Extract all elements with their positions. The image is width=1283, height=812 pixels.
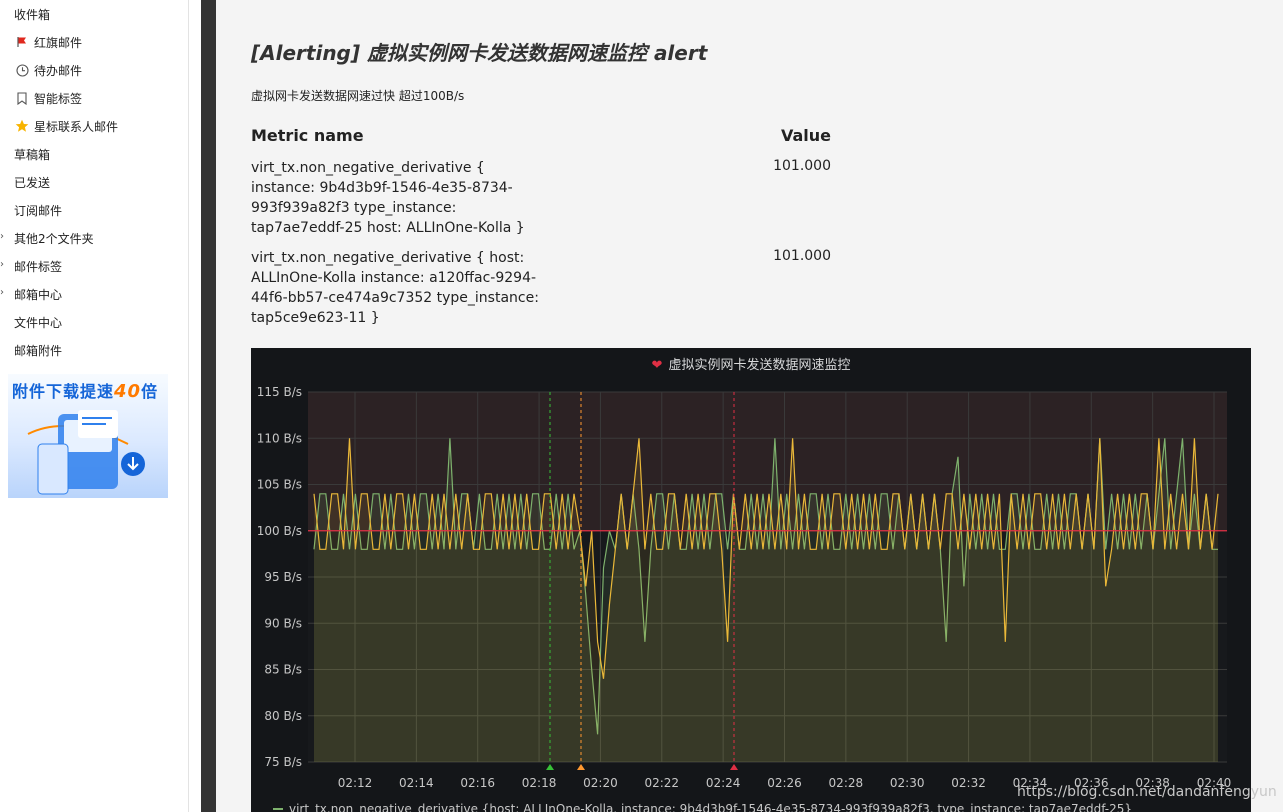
x-tick-label: 02:32	[951, 776, 986, 790]
sidebar-item-label: 收件箱	[14, 7, 51, 22]
sidebar-item-4[interactable]: 智能标签	[0, 84, 188, 112]
y-tick-label: 85 B/s	[264, 663, 302, 677]
sidebar-item-label: 星标联系人邮件	[34, 119, 119, 134]
sidebar-item-12[interactable]: 文件中心	[0, 308, 188, 336]
chevron-right-icon[interactable]: ›	[0, 231, 10, 242]
chart-canvas: 75 B/s 80 B/s 85 B/s 90 B/s 95 B/s 100 B/s 105…	[257, 385, 1232, 812]
metric-value-2: 101.000	[773, 248, 831, 264]
sidebar-item-5[interactable]: 星标联系人邮件	[0, 112, 188, 140]
sidebar-item-label: 其他2个文件夹	[14, 231, 94, 246]
sidebar-item-label: 邮箱中心	[14, 287, 63, 302]
y-tick-label: 80 B/s	[264, 709, 302, 723]
metric-value-1: 101.000	[773, 158, 831, 174]
sidebar: 收件箱红旗邮件待办邮件智能标签星标联系人邮件草稿箱已发送订阅邮件 › 其他2个文件夹…	[0, 0, 189, 812]
x-tick-label: 02:26	[767, 776, 802, 790]
sidebar-item-8[interactable]: 订阅邮件	[0, 196, 188, 224]
sidebar-item-label: 已发送	[14, 175, 51, 190]
sidebar-item-label: 邮箱附件	[14, 343, 63, 358]
sidebar-item-label: 订阅邮件	[14, 203, 63, 218]
metric-name-header: Metric name	[251, 126, 364, 145]
chevron-right-icon[interactable]: ›	[0, 259, 10, 270]
y-tick-label: 105 B/s	[257, 478, 302, 492]
metric-name-2: virt_tx.non_negative_derivative { host: …	[251, 250, 539, 326]
sidebar-item-label: 文件中心	[14, 315, 63, 330]
x-tick-label: 02:22	[644, 776, 679, 790]
x-tick-label: 02:18	[522, 776, 557, 790]
value-header: Value	[780, 126, 831, 145]
annotation-marker	[577, 764, 585, 770]
email-body: [Alerting] 虚拟实例网卡发送数据网速监控 alert 虚拟网卡发送数据…	[216, 0, 1283, 812]
y-tick-label: 75 B/s	[264, 755, 302, 769]
content-divider	[201, 0, 216, 812]
watermark: https://blog.csdn.net/dandanfengyun	[1017, 784, 1277, 800]
bookmark-icon	[15, 91, 29, 105]
sidebar-item-7[interactable]: 已发送	[0, 168, 188, 196]
x-tick-label: 02:14	[399, 776, 434, 790]
x-tick-label: 02:12	[338, 776, 373, 790]
sidebar-item-11[interactable]: › 邮箱中心	[0, 280, 188, 308]
broken-heart-icon: ❤	[651, 358, 663, 373]
alert-chart: 75 B/s 80 B/s 85 B/s 90 B/s 95 B/s 100 B/s 105…	[251, 348, 1251, 812]
sidebar-item-label: 红旗邮件	[34, 35, 83, 50]
annotation-marker	[730, 764, 738, 770]
sidebar-item-label: 智能标签	[34, 91, 83, 106]
metric-name-1: virt_tx.non_negative_derivative { instan…	[251, 160, 525, 236]
sidebar-item-label: 待办邮件	[34, 63, 83, 78]
sidebar-item-3[interactable]: 待办邮件	[0, 56, 188, 84]
sidebar-item-2[interactable]: 红旗邮件	[0, 28, 188, 56]
y-tick-label: 100 B/s	[257, 524, 302, 538]
y-tick-label: 110 B/s	[257, 431, 302, 445]
promo-banner[interactable]: 附件下载提速40倍	[8, 374, 168, 498]
promo-title: 附件下载提速40倍	[12, 381, 159, 402]
x-tick-label: 02:24	[706, 776, 741, 790]
x-tick-label: 02:28	[829, 776, 864, 790]
sidebar-item-13[interactable]: 邮箱附件	[0, 336, 188, 364]
sidebar-item-10[interactable]: › 邮件标签	[0, 252, 188, 280]
sidebar-item-6[interactable]: 草稿箱	[0, 140, 188, 168]
chevron-right-icon[interactable]: ›	[0, 287, 10, 298]
x-tick-label: 02:16	[460, 776, 495, 790]
x-tick-label: 02:30	[890, 776, 925, 790]
y-tick-label: 115 B/s	[257, 385, 302, 399]
chart-title: ❤ 虚拟实例网卡发送数据网速监控	[651, 358, 851, 373]
sidebar-item-label: 草稿箱	[14, 147, 51, 162]
legend-label: virt_tx.non_negative_derivative {host: A…	[289, 802, 1132, 812]
star-icon	[15, 119, 29, 133]
email-title: [Alerting] 虚拟实例网卡发送数据网速监控 alert	[251, 41, 708, 65]
sidebar-item-1[interactable]: 收件箱	[0, 0, 188, 28]
alert-message: 虚拟网卡发送数据网速过快 超过100B/s	[251, 89, 465, 103]
sidebar-item-label: 邮件标签	[14, 259, 63, 274]
sidebar-item-9[interactable]: › 其他2个文件夹	[0, 224, 188, 252]
y-tick-label: 90 B/s	[264, 616, 302, 630]
x-tick-label: 02:20	[583, 776, 618, 790]
y-tick-label: 95 B/s	[264, 570, 302, 584]
clock-icon	[15, 63, 29, 77]
annotation-marker	[546, 764, 554, 770]
red-flag-icon	[15, 35, 29, 49]
